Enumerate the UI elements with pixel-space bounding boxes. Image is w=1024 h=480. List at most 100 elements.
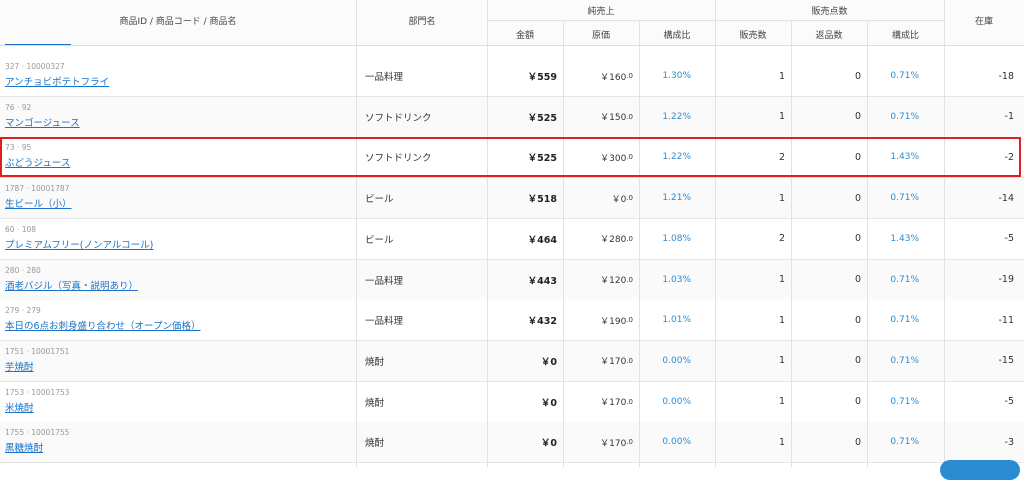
stock-value: -19 <box>998 274 1014 285</box>
product-name-link[interactable]: 芋焼酎 <box>5 359 34 373</box>
product-id-code: 327 · 10000327 <box>5 62 65 71</box>
product-name-link[interactable]: マンゴージュース <box>5 115 80 129</box>
divider <box>356 0 357 467</box>
column-header-sold[interactable]: 販売数 <box>715 28 791 41</box>
column-header-product[interactable]: 商品ID / 商品コード / 商品名 <box>0 14 356 27</box>
cost-decimal: .0 <box>626 316 633 325</box>
sales-ratio: 1.03% <box>662 274 691 285</box>
cost-decimal: .0 <box>626 438 633 447</box>
cost-main: ￥0 <box>611 194 627 205</box>
product-name-link[interactable]: 本日の6点お刺身盛り合わせ（オープン価格） <box>5 318 200 332</box>
quantity-ratio: 0.71% <box>890 193 919 204</box>
cost-value: ￥150.0 <box>563 97 633 137</box>
quantity-ratio: 0.71% <box>890 111 919 122</box>
department-name: ソフトドリンク <box>365 112 432 124</box>
table-row[interactable]: 1753 · 10001753 米焼酎 焼酎 ￥0 ￥170.0 0.00% 1… <box>0 381 1024 423</box>
floating-action-button[interactable] <box>940 460 1020 480</box>
product-name-link[interactable]: 酒老バジル（写真・説明あり） <box>5 278 138 292</box>
divider <box>791 20 792 467</box>
quantity-ratio: 0.71% <box>890 315 919 326</box>
table-row[interactable]: 1755 · 10001755 黒糖焼酎 焼酎 ￥0 ￥170.0 0.00% … <box>0 422 1024 464</box>
column-header-returned[interactable]: 返品数 <box>791 28 867 41</box>
cost-decimal: .0 <box>626 112 633 121</box>
sold-count: 1 <box>778 111 785 123</box>
returned-count: 0 <box>854 314 861 326</box>
product-id-code: 1787 · 10001787 <box>5 184 70 194</box>
divider <box>867 20 868 467</box>
department-name: 焼酎 <box>365 397 385 409</box>
cost-decimal: .0 <box>626 72 633 80</box>
product-name-link[interactable]: アンチョビポテトフライ <box>5 74 109 88</box>
table-row[interactable]: 280 · 280 酒老バジル（写真・説明あり） 一品料理 ￥443 ￥120.… <box>0 259 1024 301</box>
quantity-ratio: 1.43% <box>890 233 919 244</box>
product-name-link[interactable]: 米焼酎 <box>5 400 34 414</box>
column-header-amount[interactable]: 金額 <box>487 28 563 41</box>
sales-ratio: 0.00% <box>662 396 691 407</box>
column-group-net-sales: 純売上 <box>587 7 615 17</box>
table-row[interactable]: 279 · 279 本日の6点お刺身盛り合わせ（オープン価格） 一品料理 ￥43… <box>0 300 1024 342</box>
sold-count: 1 <box>778 274 785 285</box>
sales-ratio: 1.22% <box>662 111 691 122</box>
cost-value: ￥170.0 <box>563 422 633 462</box>
divider <box>944 0 945 467</box>
divider <box>563 20 564 467</box>
returned-count: 0 <box>854 192 861 204</box>
cost-main: ￥120 <box>600 276 627 286</box>
cost-decimal: .0 <box>626 356 633 365</box>
cost-main: ￥170 <box>600 398 627 409</box>
cost-decimal: .0 <box>626 194 633 203</box>
table-row[interactable]: 76 · 92 マンゴージュース ソフトドリンク ￥525 ￥150.0 1.2… <box>0 96 1024 138</box>
sales-ratio: 1.21% <box>662 193 691 204</box>
divider <box>639 20 640 467</box>
stock-value: -15 <box>998 355 1014 367</box>
cost-decimal: .0 <box>626 397 633 406</box>
department-name: 焼酎 <box>365 438 385 450</box>
sales-ratio: 0.00% <box>662 355 691 366</box>
cost-main: ￥160 <box>600 72 627 83</box>
quantity-ratio: 0.71% <box>890 437 919 448</box>
table-row[interactable]: 60 · 108 プレミアムフリー(ノンアルコール) ビール ￥464 ￥280… <box>0 218 1024 260</box>
department-name: 一品料理 <box>365 316 404 328</box>
cost-main: ￥170 <box>600 357 627 368</box>
table-row[interactable]: 327 · 10000327 アンチョビポテトフライ 一品料理 ￥559 ￥16… <box>0 56 1024 97</box>
stock-value: -11 <box>998 314 1014 326</box>
divider <box>487 0 488 467</box>
column-header-department[interactable]: 部門名 <box>357 14 487 27</box>
product-id-code: 280 · 280 <box>5 265 41 275</box>
returned-count: 0 <box>854 355 861 367</box>
amount-value: ￥0 <box>540 438 557 450</box>
cost-main: ￥150 <box>600 113 627 124</box>
product-name-link[interactable]: 生ビール（小） <box>5 196 72 210</box>
divider <box>715 0 716 467</box>
cost-decimal: .0 <box>626 275 633 284</box>
sold-count: 2 <box>778 233 785 245</box>
table-row[interactable]: 1751 · 10001751 芋焼酎 焼酎 ￥0 ￥170.0 0.00% 1… <box>0 340 1024 382</box>
sales-ratio: 1.01% <box>662 315 691 326</box>
department-name: 一品料理 <box>365 72 404 83</box>
column-group-quantity: 販売点数 <box>811 7 848 17</box>
stock-value: -1 <box>1004 111 1014 123</box>
amount-value: ￥443 <box>527 275 557 287</box>
column-header-qty-ratio[interactable]: 構成比 <box>867 28 944 41</box>
sold-count: 1 <box>778 355 785 367</box>
column-header-ratio[interactable]: 構成比 <box>639 28 715 41</box>
product-id-code: 76 · 92 <box>5 102 32 112</box>
selected-row-highlight <box>0 137 1021 177</box>
stock-value: -3 <box>1004 436 1014 448</box>
returned-count: 0 <box>854 70 861 82</box>
product-id-code: 1751 · 10001751 <box>5 346 70 356</box>
column-header-stock[interactable]: 在庫 <box>944 14 1024 27</box>
sales-ratio: 1.08% <box>662 233 691 244</box>
cost-value: ￥170.0 <box>563 382 633 422</box>
cost-main: ￥190 <box>600 316 627 327</box>
stock-value: -5 <box>1004 233 1014 245</box>
returned-count: 0 <box>854 233 861 245</box>
stock-value: -18 <box>998 70 1014 82</box>
column-header-cost[interactable]: 原価 <box>563 28 639 41</box>
product-name-link[interactable]: 黒糖焼酎 <box>5 440 43 454</box>
sales-ratio: 0.00% <box>662 437 691 448</box>
product-id-code: 60 · 108 <box>5 224 37 234</box>
quantity-ratio: 0.71% <box>890 274 919 285</box>
product-name-link[interactable]: プレミアムフリー(ノンアルコール) <box>5 237 153 251</box>
table-row[interactable]: 1787 · 10001787 生ビール（小） ビール ￥518 ￥0.0 1.… <box>0 178 1024 220</box>
